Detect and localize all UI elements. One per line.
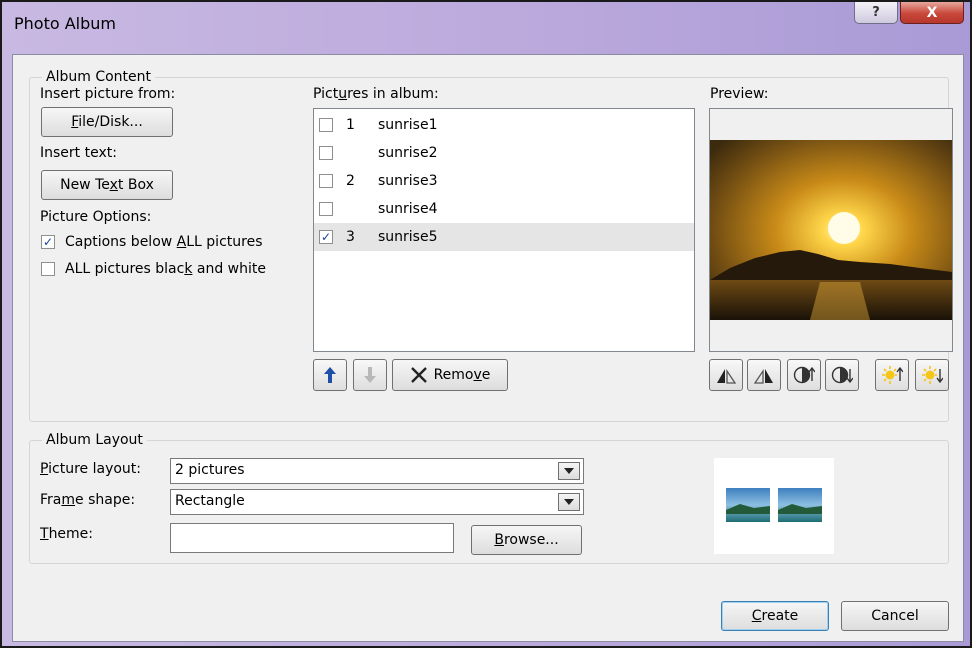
new-text-box-button[interactable]: New Text Box [41,170,173,200]
file-disk-label: File/Disk... [71,114,143,130]
picture-row[interactable]: sunrise2 [314,139,694,167]
pictures-in-album-label: Pictures in album: [313,86,439,102]
picture-number: 1 [346,117,355,133]
dialog-body: Album Content Insert picture from: File/… [12,54,964,642]
less-contrast-button[interactable] [825,359,859,391]
more-contrast-button[interactable] [787,359,821,391]
picture-checkbox[interactable] [319,118,333,132]
title-bar[interactable]: Photo Album ? X [2,2,970,42]
chevron-down-icon[interactable] [558,462,580,480]
picture-name: sunrise2 [378,145,438,161]
increase-contrast-icon [793,366,815,384]
album-content-group: Album Content Insert picture from: File/… [29,69,953,422]
decrease-brightness-icon [922,366,943,384]
arrow-down-icon [364,367,376,383]
picture-layout-value: 2 pictures [175,462,245,478]
picture-name: sunrise3 [378,173,438,189]
black-white-checkbox[interactable]: ALL pictures black and white [41,261,266,277]
increase-brightness-icon [882,366,903,384]
rotate-left-icon [717,368,737,384]
move-down-button[interactable] [353,359,387,391]
black-white-option-label: ALL pictures black and white [65,261,266,277]
browse-button[interactable]: Browse... [471,525,582,555]
help-icon: ? [872,5,880,20]
close-icon: X [926,4,938,21]
cancel-button[interactable]: Cancel [841,601,949,631]
insert-picture-label: Insert picture from: [40,86,176,102]
chevron-down-icon[interactable] [558,493,580,511]
frame-shape-select[interactable]: Rectangle [170,489,584,515]
window-title: Photo Album [14,14,116,33]
remove-button[interactable]: Remove [392,359,508,391]
picture-name: sunrise1 [378,117,438,133]
captions-below-checkbox[interactable]: ✓ Captions below ALL pictures [41,234,263,250]
frame-shape-label: Frame shape: [40,492,136,508]
preview-sunrise-image [710,140,952,320]
captions-option-label: Captions below ALL pictures [65,234,263,250]
picture-number: 3 [346,229,355,245]
more-brightness-button[interactable] [875,359,909,391]
picture-checkbox[interactable] [319,174,333,188]
photo-album-window: Photo Album ? X Album Content Insert pic… [0,0,972,648]
picture-layout-label: Picture layout: [40,461,141,477]
file-disk-button[interactable]: File/Disk... [41,107,173,137]
close-button[interactable]: X [900,2,964,24]
picture-row[interactable]: 2 sunrise3 [314,167,694,195]
rotate-right-button[interactable] [747,359,781,391]
layout-preview [714,458,834,554]
picture-row-selected[interactable]: ✓ 3 sunrise5 [314,223,694,251]
picture-checkbox[interactable] [319,202,333,216]
picture-number: 2 [346,173,355,189]
black-white-box-icon [41,262,55,276]
insert-text-label: Insert text: [40,145,117,161]
less-brightness-button[interactable] [915,359,949,391]
x-mark-icon [410,367,427,383]
remove-label: Remove [433,367,491,383]
preview-panel [709,108,953,352]
rotate-left-button[interactable] [709,359,743,391]
layout-thumbnail-image [726,488,770,522]
preview-label: Preview: [710,86,769,102]
picture-row[interactable]: 1 sunrise1 [314,111,694,139]
decrease-contrast-icon [831,366,853,384]
arrow-up-icon [324,367,336,383]
frame-shape-value: Rectangle [175,493,245,509]
picture-layout-select[interactable]: 2 pictures [170,458,584,484]
rotate-right-icon [753,368,773,384]
create-button[interactable]: Create [721,601,829,631]
pictures-listbox[interactable]: 1 sunrise1 sunrise2 2 sunrise3 sunrise4 [313,108,695,352]
picture-checkbox[interactable]: ✓ [319,230,333,244]
album-layout-group: Album Layout Picture layout: 2 pictures … [29,432,949,564]
create-label: Create [751,608,799,624]
picture-checkbox[interactable] [319,146,333,160]
new-text-box-label: New Text Box [60,177,154,193]
move-up-button[interactable] [313,359,347,391]
picture-name: sunrise5 [378,229,438,245]
theme-input[interactable] [170,523,454,553]
theme-label: Theme: [40,526,94,542]
help-button[interactable]: ? [854,2,898,24]
browse-label: Browse... [494,532,559,548]
picture-options-label: Picture Options: [40,209,152,225]
captions-check-icon: ✓ [41,235,55,249]
picture-row[interactable]: sunrise4 [314,195,694,223]
picture-name: sunrise4 [378,201,438,217]
cancel-label: Cancel [871,608,919,624]
album-layout-legend: Album Layout [42,432,147,448]
album-content-legend: Album Content [42,69,155,85]
layout-thumbnail-image [778,488,822,522]
